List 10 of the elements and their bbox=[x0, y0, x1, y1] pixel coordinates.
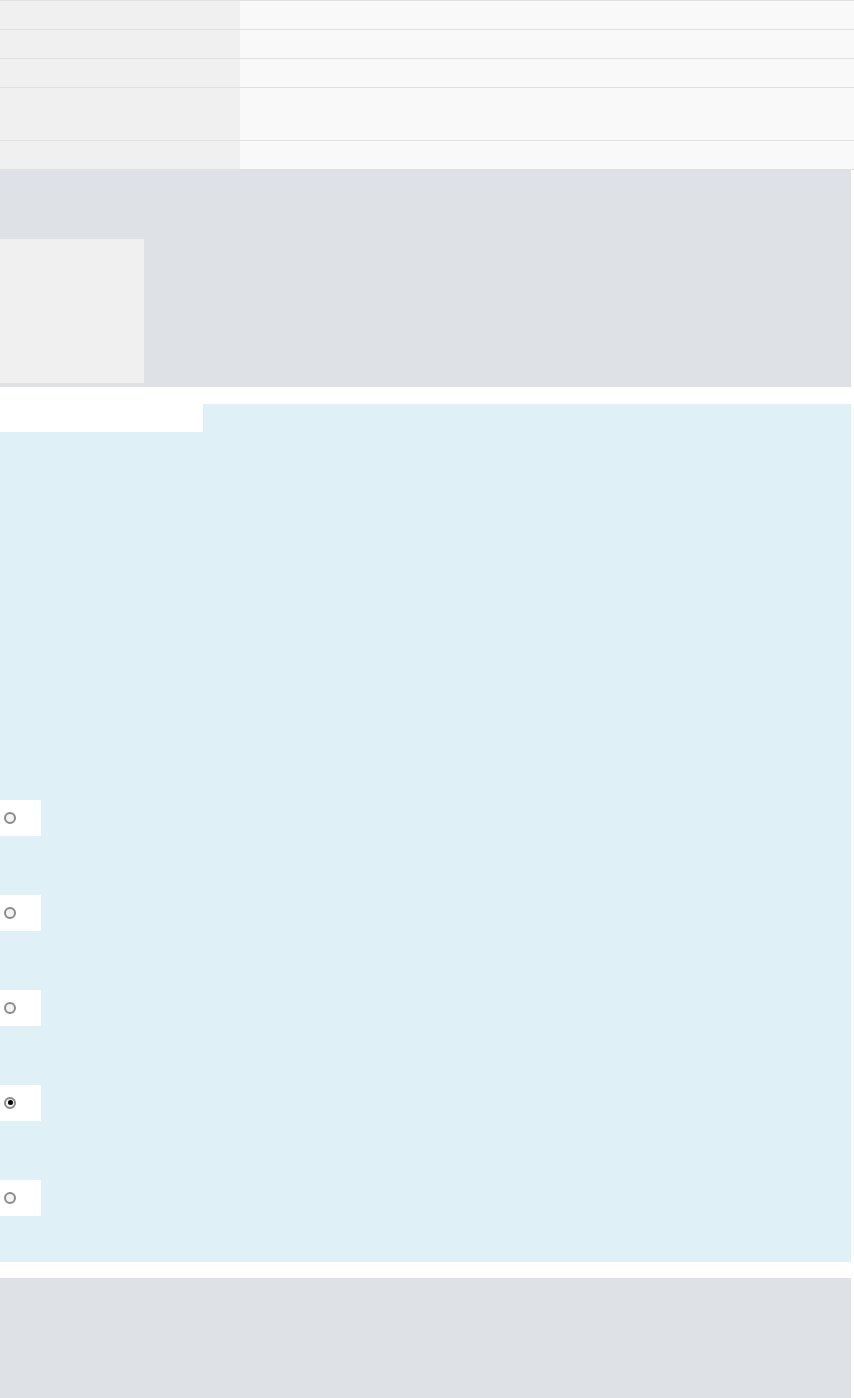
radio-icon[interactable] bbox=[4, 811, 16, 824]
radio-button[interactable] bbox=[0, 989, 41, 1026]
radio-button[interactable] bbox=[0, 799, 41, 836]
radio-icon[interactable] bbox=[4, 906, 16, 919]
radio-button[interactable] bbox=[0, 1084, 41, 1121]
radio-icon[interactable] bbox=[4, 1001, 16, 1014]
radio-button[interactable] bbox=[0, 894, 41, 931]
radio-icon[interactable] bbox=[4, 1191, 16, 1204]
radio-icon[interactable] bbox=[4, 1096, 16, 1109]
radio-button[interactable] bbox=[0, 1179, 41, 1216]
